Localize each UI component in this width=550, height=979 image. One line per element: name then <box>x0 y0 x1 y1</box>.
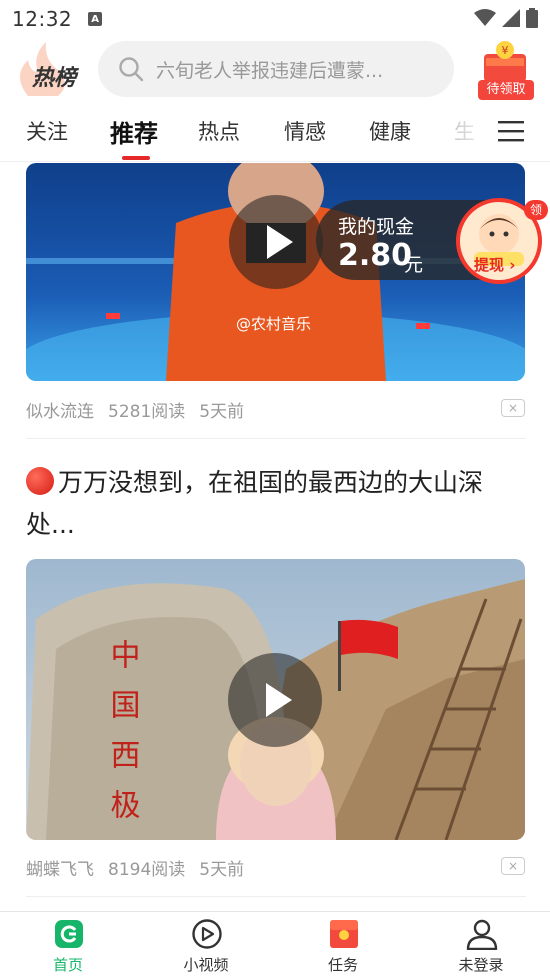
nav-short-video-label: 小视频 <box>183 956 229 974</box>
withdraw-button[interactable]: 提现 › <box>474 254 515 275</box>
task-gift-icon <box>330 920 358 948</box>
bottom-nav: 首页 小视频 任务 未登录 <box>0 911 550 979</box>
gift-coin-symbol: ¥ <box>502 44 509 57</box>
item-1-time: 5天前 <box>199 402 245 422</box>
nav-home[interactable]: 首页 <box>13 912 123 979</box>
nav-tasks-label: 任务 <box>327 956 358 974</box>
tab-health[interactable]: 健康 <box>369 116 411 146</box>
wifi-icon <box>474 9 496 26</box>
play-button-1[interactable] <box>229 195 323 289</box>
nav-tasks[interactable]: 任务 <box>288 912 398 979</box>
tab-hot[interactable]: 热点 <box>198 116 240 146</box>
tab-indicator <box>122 156 150 160</box>
search-placeholder: 六旬老人举报违建后遭蒙... <box>156 59 384 82</box>
divider-1 <box>26 438 526 439</box>
item-2-author: 蝴蝶飞飞 <box>26 860 94 880</box>
divider-2 <box>26 896 526 897</box>
dismiss-button-2[interactable]: × <box>501 857 525 875</box>
tab-follow[interactable]: 关注 <box>26 116 68 146</box>
logo-text: 热榜 <box>32 66 77 91</box>
gift-reward-button[interactable]: ¥ 待领取 <box>472 40 538 102</box>
nav-login[interactable]: 未登录 <box>426 912 536 979</box>
user-icon <box>466 919 498 950</box>
nav-login-label: 未登录 <box>458 956 504 974</box>
signal-icon <box>502 9 520 27</box>
stone-char-1: 中国西极 <box>105 639 141 839</box>
app-logo[interactable]: 热榜 <box>14 42 86 98</box>
red-circle-icon <box>26 467 54 495</box>
item-1-reads: 5281阅读 <box>108 402 186 422</box>
play-button-2[interactable] <box>228 653 322 747</box>
status-time: 12:32 <box>12 7 73 31</box>
battery-icon <box>526 8 538 28</box>
item-2-title-text: 万万没想到，在祖国的最西边的大山深处... <box>26 468 484 539</box>
item-1-meta: 似水流连 5281阅读 5天前 <box>26 397 244 422</box>
nav-home-label: 首页 <box>52 956 83 974</box>
status-bar: 12:32 A <box>0 0 550 38</box>
category-tabs: 关注 推荐 热点 情感 健康 生 <box>0 102 550 162</box>
top-bar: 热榜 六旬老人举报违建后遭蒙... ¥ 待领取 <box>0 38 550 102</box>
item-2-title[interactable]: 万万没想到，在祖国的最西边的大山深处... <box>26 462 526 546</box>
play-circle-icon <box>192 919 222 949</box>
search-icon <box>119 57 144 82</box>
claim-badge: 领 <box>524 200 548 220</box>
tabs-fade <box>440 102 500 160</box>
notification-icon: A <box>88 12 103 26</box>
tab-recommend[interactable]: 推荐 <box>110 114 158 149</box>
menu-icon[interactable] <box>498 120 524 142</box>
nav-short-video[interactable]: 小视频 <box>151 912 261 979</box>
cash-widget[interactable]: 我的现金 2.80 元 提现 › 领 <box>316 198 548 284</box>
cash-label: 我的现金 <box>338 216 415 238</box>
cash-amount: 2.80 <box>338 238 413 273</box>
status-icons <box>474 8 538 28</box>
item-2-time: 5天前 <box>199 860 245 880</box>
item-2-meta: 蝴蝶飞飞 8194阅读 5天前 <box>26 855 244 880</box>
item-1-author: 似水流连 <box>26 402 94 422</box>
gift-label: 待领取 <box>478 80 534 100</box>
withdraw-label: 提现 <box>474 256 505 274</box>
tab-emotion[interactable]: 情感 <box>284 116 326 146</box>
cash-unit: 元 <box>404 254 424 276</box>
red-envelope-icon: ¥ <box>484 41 526 82</box>
home-icon <box>55 920 83 948</box>
video-watermark: @农村音乐 <box>236 315 312 333</box>
search-bar[interactable]: 六旬老人举报违建后遭蒙... <box>98 41 454 97</box>
item-2-reads: 8194阅读 <box>108 860 186 880</box>
dismiss-button-1[interactable]: × <box>501 399 525 417</box>
